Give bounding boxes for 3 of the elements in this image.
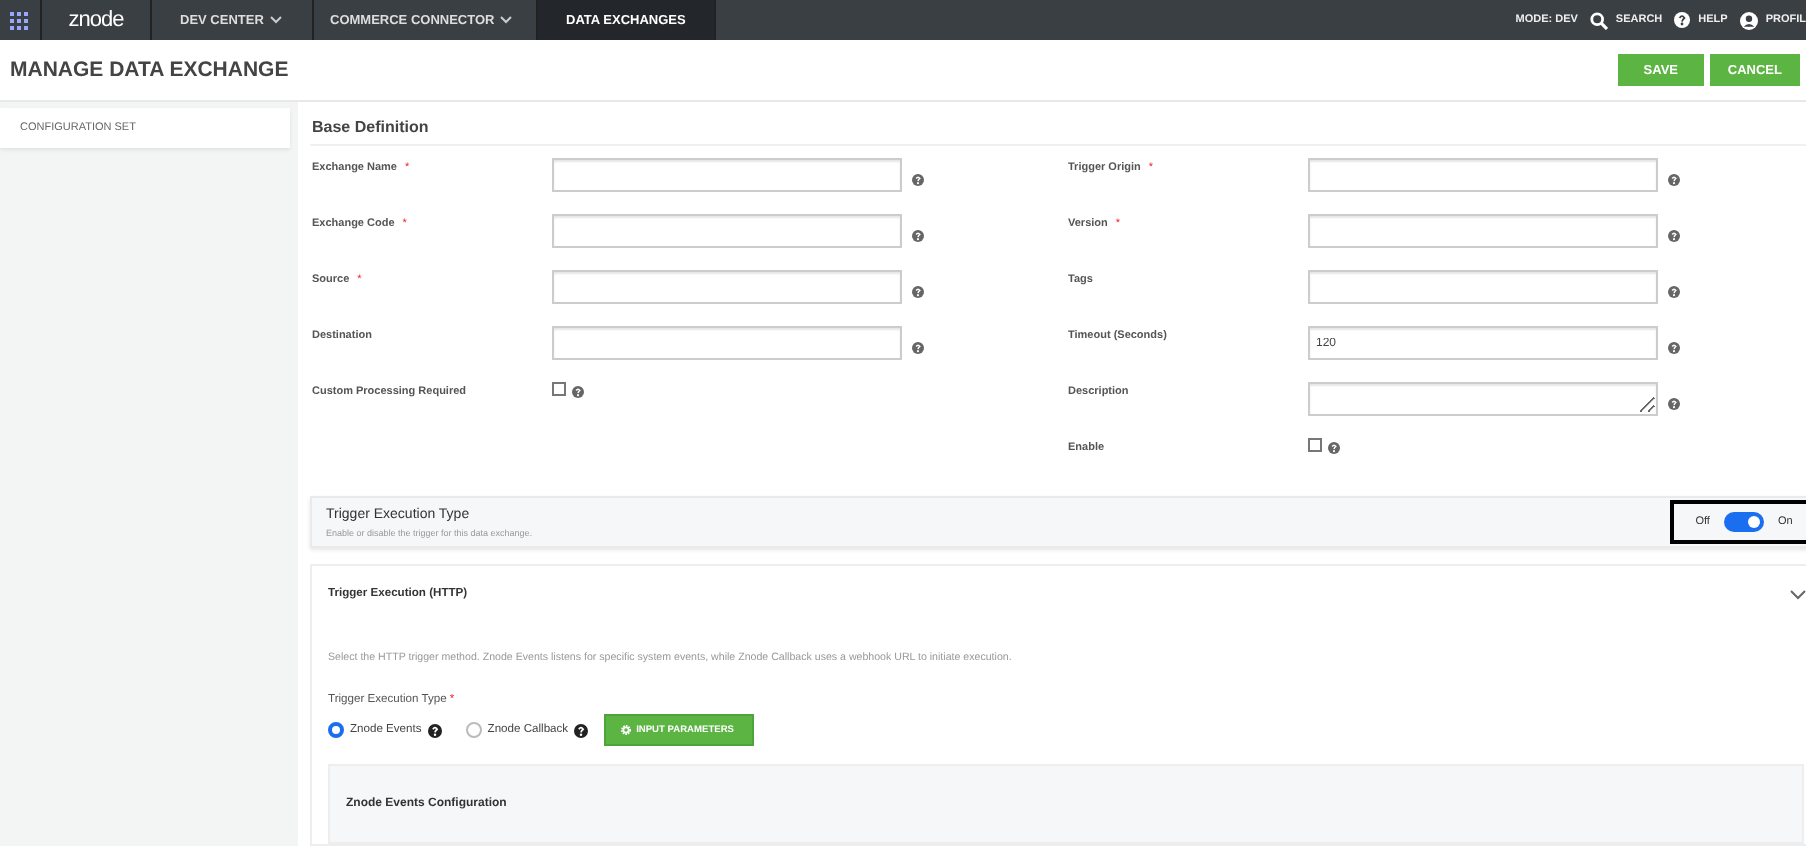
page-title: MANAGE DATA EXCHANGE [10,58,289,82]
logo[interactable]: znode [68,8,124,32]
section-title: Base Definition [310,102,1806,146]
